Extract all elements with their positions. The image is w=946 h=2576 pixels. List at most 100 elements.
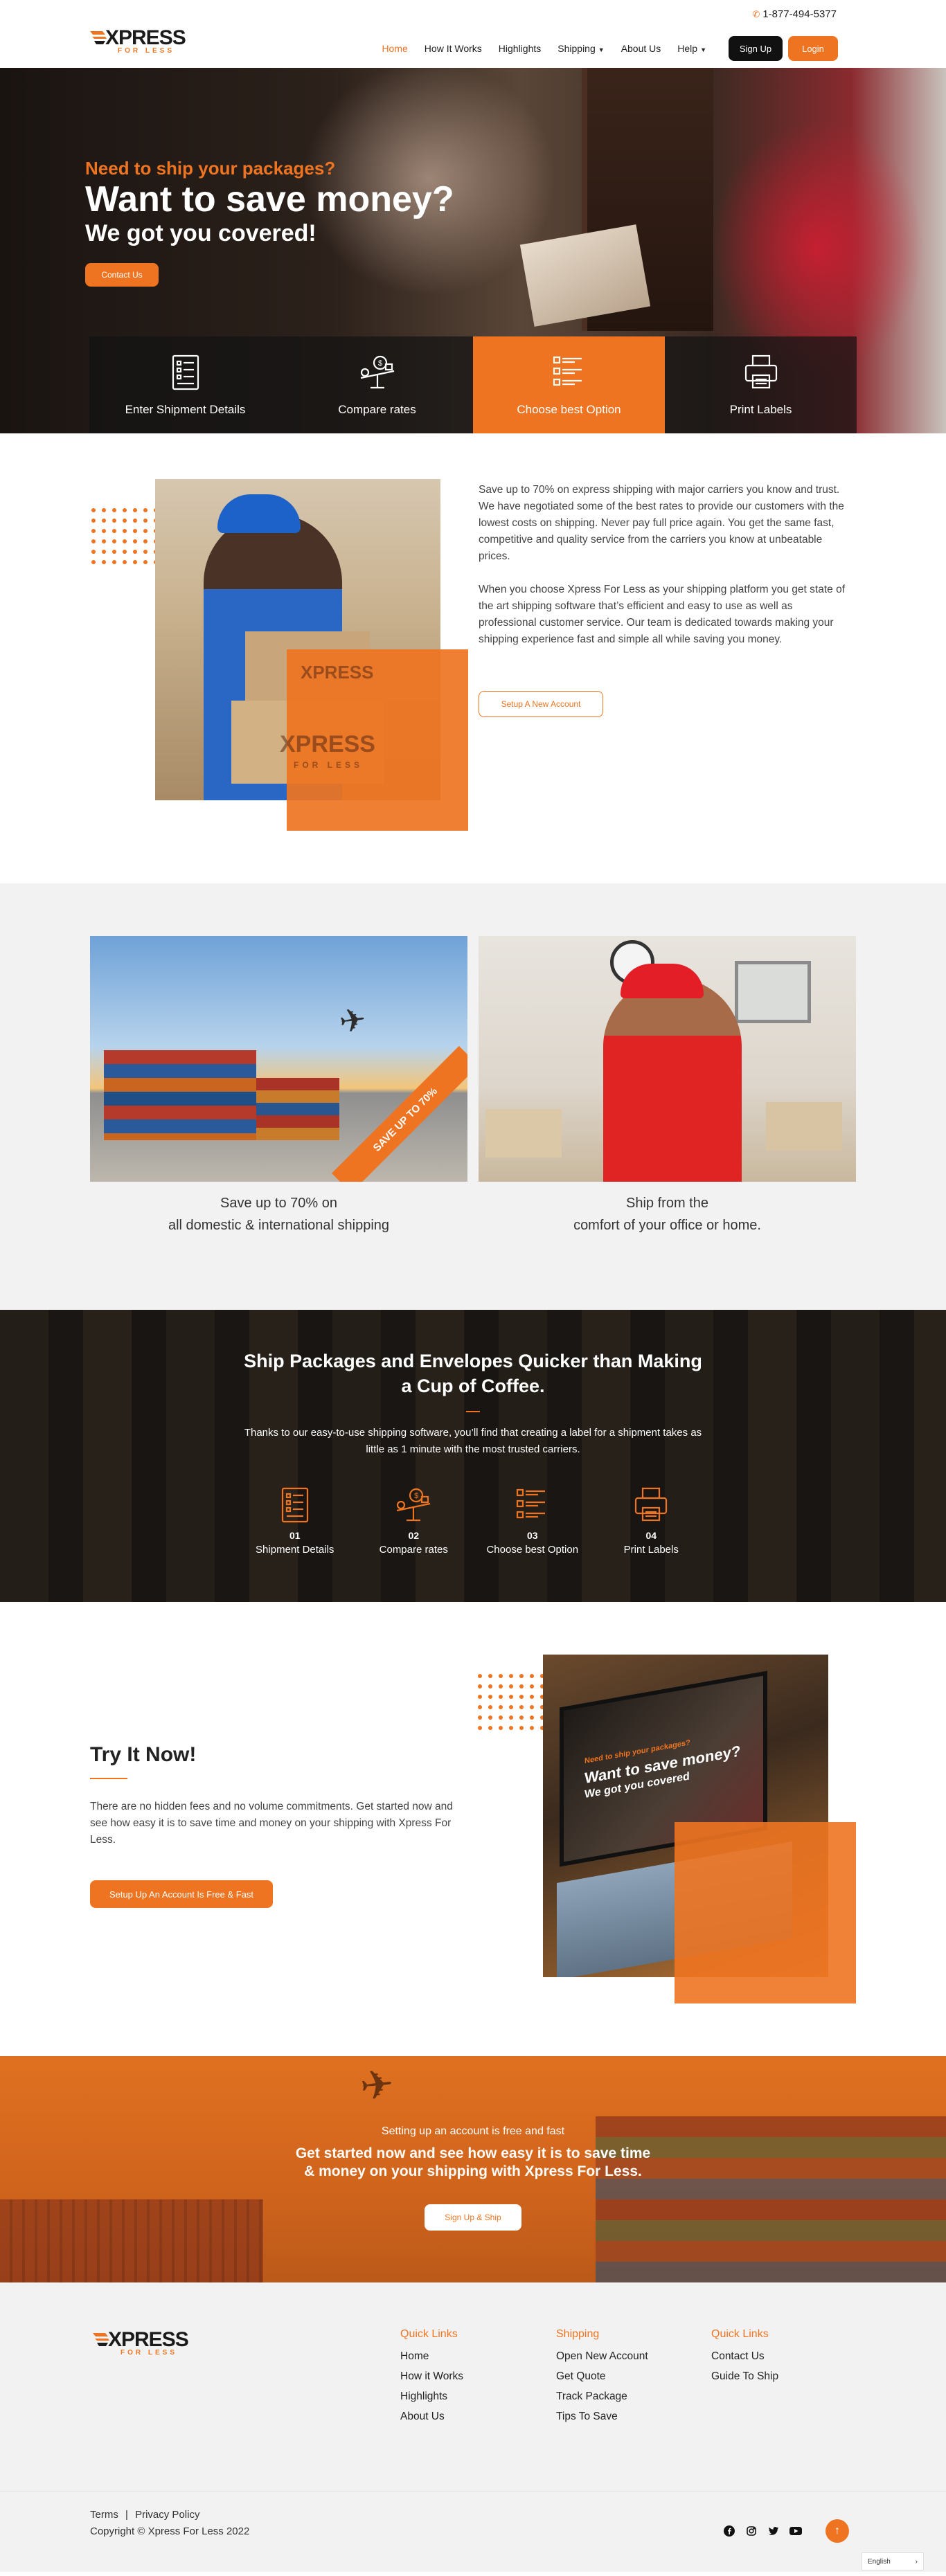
signup-ship-button[interactable]: Sign Up & Ship	[425, 2204, 521, 2231]
terms-link[interactable]: Terms	[90, 2509, 118, 2521]
title-underline	[466, 1411, 480, 1412]
step-label: Enter Shipment Details	[125, 403, 246, 416]
footer-link-track-package[interactable]: Track Package	[556, 2390, 648, 2403]
hero-subtitle: Need to ship your packages?	[85, 158, 336, 179]
how-it-works-steps: 01 Shipment Details $ 02 Compare rates 0…	[235, 1486, 711, 1556]
logo-tagline: FOR LESS	[121, 2349, 178, 2357]
decorative-dot	[102, 550, 106, 554]
step-number: 04	[645, 1530, 657, 1541]
footer-col-shipping: Shipping Open New Account Get Quote Trac…	[556, 2328, 648, 2431]
footer-link-home[interactable]: Home	[400, 2350, 463, 2363]
decorative-dot	[123, 550, 127, 554]
twitter-icon[interactable]	[767, 2525, 780, 2537]
footer-link-tips-to-save[interactable]: Tips To Save	[556, 2411, 648, 2423]
footer-logo[interactable]: XPRESS FOR LESS	[93, 2328, 190, 2359]
decorative-dot	[112, 508, 116, 512]
logo-name: XPRESS	[105, 26, 186, 49]
footer-link-guide-to-ship[interactable]: Guide To Ship	[711, 2370, 778, 2383]
step-print-labels[interactable]: Print Labels	[665, 336, 857, 433]
logo-name: XPRESS	[108, 2328, 189, 2351]
office-man-photo	[479, 936, 856, 1182]
footer-bottom-bar: Terms | Privacy Policy Copyright © Xpres…	[0, 2491, 946, 2572]
footer-link-highlights[interactable]: Highlights	[400, 2390, 463, 2403]
phone-icon: ✆	[752, 9, 760, 19]
setup-account-button[interactable]: Setup A New Account	[479, 691, 603, 717]
step-choose-best-option[interactable]: Choose best Option	[473, 336, 665, 433]
airplane-icon: ✈	[357, 2061, 396, 2110]
youtube-icon[interactable]	[789, 2525, 802, 2537]
decorative-dot	[499, 1715, 503, 1720]
signup-button[interactable]: Sign Up	[729, 36, 783, 61]
decorative-dot	[519, 1684, 524, 1688]
feature-caption-save: Save up to 70% on all domestic & interna…	[168, 1196, 390, 1233]
step-label: Print Labels	[623, 1544, 679, 1556]
about-text: Save up to 70% on express shipping with …	[479, 482, 853, 648]
contact-us-button[interactable]: Contact Us	[85, 263, 159, 287]
site-logo[interactable]: XPRESS FOR LESS	[90, 26, 186, 57]
decorative-dot	[123, 560, 127, 564]
container-stack	[104, 1050, 256, 1140]
step-enter-shipment[interactable]: Enter Shipment Details	[89, 336, 281, 433]
about-paragraph: Save up to 70% on express shipping with …	[479, 484, 844, 562]
setup-free-account-button[interactable]: Setup Up An Account Is Free & Fast	[90, 1880, 273, 1908]
step-compare-rates[interactable]: $ Compare rates	[281, 336, 473, 433]
svg-text:$: $	[378, 359, 382, 368]
decorative-dot	[91, 550, 96, 554]
caret-down-icon: ▼	[700, 46, 706, 53]
box-brand-print-tagline: FOR LESS	[294, 760, 364, 770]
decorative-dot	[91, 539, 96, 543]
decorative-dot	[478, 1715, 482, 1720]
decorative-dot	[123, 519, 127, 523]
footer-link-how-it-works[interactable]: How it Works	[400, 2370, 463, 2383]
decorative-dot	[123, 539, 127, 543]
footer-col-title: Quick Links	[400, 2328, 458, 2340]
decorative-dot	[509, 1715, 513, 1720]
section-description: There are no hidden fees and no volume c…	[90, 1801, 453, 1846]
footer-link-about-us[interactable]: About Us	[400, 2411, 463, 2423]
how-step: 03 Choose best Option	[473, 1486, 592, 1556]
social-links	[723, 2525, 802, 2537]
step-number: 03	[526, 1530, 538, 1541]
nav-highlights[interactable]: Highlights	[499, 43, 541, 54]
decorative-dot	[91, 519, 96, 523]
try-it-section: Try It Now! There are no hidden fees and…	[0, 1602, 946, 2056]
decorative-dot	[91, 508, 96, 512]
decorative-dot	[509, 1674, 513, 1678]
decorative-dot	[499, 1684, 503, 1688]
decorative-dot	[530, 1684, 534, 1688]
site-header: XPRESS FOR LESS ✆ 1-877-494-5377 Home How…	[0, 0, 946, 68]
photo-person	[603, 978, 742, 1182]
nav-shipping[interactable]: Shipping ▼	[557, 43, 604, 54]
language-selector[interactable]: English ›	[862, 2552, 924, 2570]
copyright-text: Copyright © Xpress For Less 2022	[90, 2525, 250, 2537]
hero-steps-bar: Enter Shipment Details $ Compare rates C…	[89, 336, 857, 433]
instagram-icon[interactable]	[745, 2525, 758, 2537]
phone-number[interactable]: ✆ 1-877-494-5377	[752, 8, 837, 20]
how-step: $ 02 Compare rates	[355, 1486, 474, 1556]
footer-link-contact-us[interactable]: Contact Us	[711, 2350, 778, 2363]
logo-tagline: FOR LESS	[118, 47, 175, 55]
scroll-to-top-button[interactable]: ↑	[825, 2519, 849, 2543]
decorative-dot	[488, 1715, 492, 1720]
decorative-dot	[488, 1684, 492, 1688]
nav-home[interactable]: Home	[382, 43, 407, 54]
decorative-dot	[530, 1705, 534, 1709]
nav-about-us[interactable]: About Us	[621, 43, 661, 54]
footer-link-open-account[interactable]: Open New Account	[556, 2350, 648, 2363]
main-nav: Home How It Works Highlights Shipping ▼ A…	[382, 43, 706, 54]
decorative-dot	[143, 529, 148, 533]
decorative-dot	[143, 519, 148, 523]
nav-how-it-works[interactable]: How It Works	[425, 43, 482, 54]
photo-box	[485, 1109, 562, 1158]
login-button[interactable]: Login	[788, 36, 838, 61]
decorative-dot	[478, 1695, 482, 1699]
decorative-dot	[143, 550, 148, 554]
facebook-icon[interactable]	[723, 2525, 735, 2537]
about-section: XPRESS XPRESS FOR LESS Save up to 70% on…	[0, 433, 946, 883]
decorative-dot	[488, 1705, 492, 1709]
box-brand-print: XPRESS	[301, 662, 374, 683]
footer-link-get-quote[interactable]: Get Quote	[556, 2370, 648, 2383]
privacy-link[interactable]: Privacy Policy	[135, 2509, 199, 2521]
nav-help[interactable]: Help ▼	[677, 43, 706, 54]
decorative-dot	[488, 1726, 492, 1730]
